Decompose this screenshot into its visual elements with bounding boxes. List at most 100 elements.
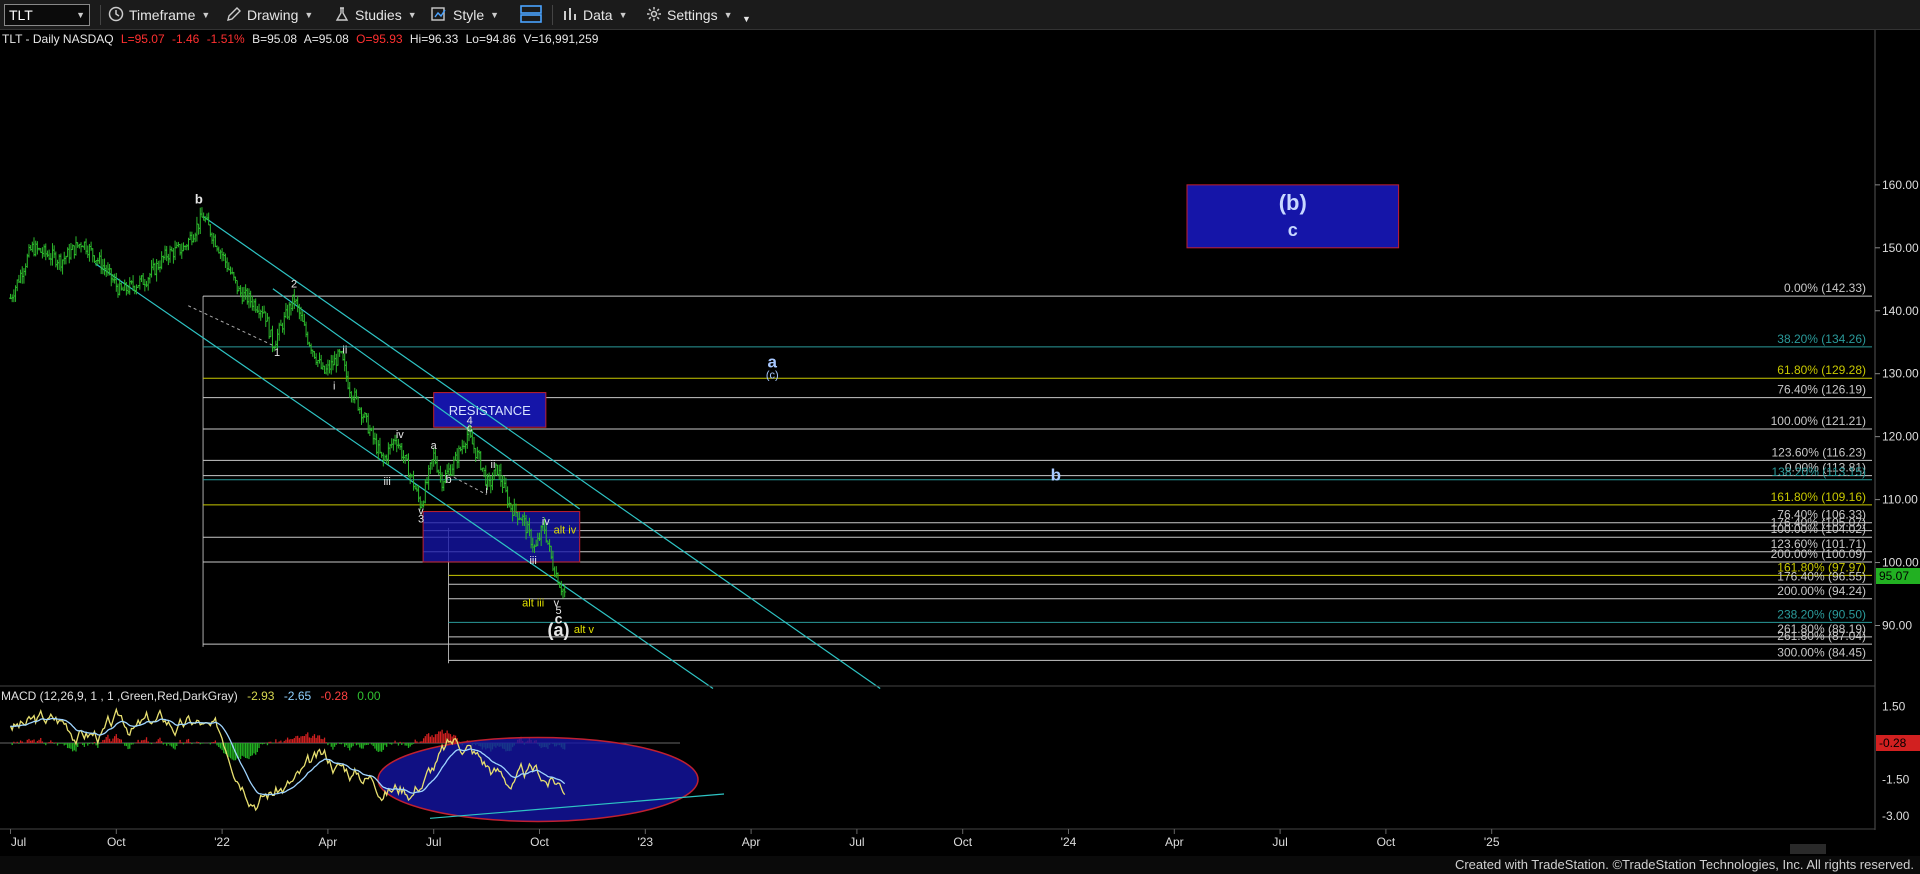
style-label: Style	[453, 7, 485, 23]
time-tick-label: Jul	[426, 835, 441, 849]
macd-label: MACD (12,26,9, 1 , 1 ,Green,Red,DarkGray…	[1, 689, 238, 703]
fib-level-label: 123.60% (116.23)	[1771, 445, 1866, 459]
settings-label: Settings	[667, 7, 718, 23]
channel-lines	[94, 215, 881, 689]
price-tick-label: 140.00	[1882, 304, 1919, 318]
chevron-down-icon: ▼	[742, 14, 751, 24]
time-tick-label: '25	[1484, 835, 1500, 849]
high-price: Hi=96.33	[410, 32, 459, 46]
chevron-down-icon: ▼	[618, 10, 628, 20]
price-tick-label: 90.00	[1882, 619, 1912, 633]
price-axis-background	[1875, 30, 1920, 686]
low-price: Lo=94.86	[466, 32, 517, 46]
time-tick-label: Apr	[1165, 835, 1184, 849]
fib-level-label: 200.00% (94.24)	[1777, 584, 1866, 598]
ask-price: A=95.08	[304, 32, 349, 46]
macd-value-1: -2.93	[247, 689, 275, 703]
price-tick-label: 160.00	[1882, 178, 1919, 192]
time-tick-label: '23	[637, 835, 653, 849]
macd-header: MACD (12,26,9, 1 , 1 ,Green,Red,DarkGray…	[1, 689, 381, 703]
macd-axis-label: -3.00	[1882, 809, 1910, 823]
macd-last-tag-label: -0.28	[1879, 736, 1907, 750]
chart-style-icon	[430, 6, 448, 25]
macd-value-3: -0.28	[321, 689, 349, 703]
scroll-thumb[interactable]	[1790, 844, 1826, 854]
symbol-selector[interactable]: TLT ▼	[4, 4, 90, 26]
copyright-text: Created with TradeStation. ©TradeStation…	[1454, 857, 1914, 872]
fib-level-label: 76.40% (126.19)	[1777, 383, 1866, 397]
wave-label: a	[768, 352, 778, 371]
box-label: c	[1288, 220, 1298, 240]
chevron-down-icon: ▼	[76, 10, 85, 20]
support-box	[422, 511, 581, 563]
dotted-line	[448, 473, 487, 496]
macd-axis-label: 1.50	[1882, 700, 1906, 714]
time-tick-label: Oct	[953, 835, 972, 849]
fib-level-label: 176.40% (96.55)	[1777, 569, 1866, 583]
chart-header: TLT - Daily NASDAQ L=95.07 -1.46 -1.51% …	[2, 32, 599, 46]
time-axis: Jul Oct '22 Apr Jul Oct '23 Apr Jul Oct '24 Apr Jul O…	[10, 829, 1500, 849]
macd-value-2: -2.65	[284, 689, 312, 703]
price-tick-label: 100.00	[1882, 556, 1919, 570]
time-tick-label: Jul	[849, 835, 864, 849]
style-menu[interactable]: Style ▼	[430, 4, 499, 26]
wave-label: b	[195, 192, 203, 207]
time-tick-label: Oct	[530, 835, 549, 849]
chevron-down-icon: ▼	[304, 10, 314, 20]
clock-icon	[108, 6, 124, 25]
drawing-label: Drawing	[247, 7, 299, 23]
bid-price: B=95.08	[252, 32, 297, 46]
macd-value-4: 0.00	[357, 689, 381, 703]
fib-level-label: 100.00% (104.02)	[1771, 522, 1866, 536]
chevron-down-icon: ▼	[490, 10, 500, 20]
last-price-value: 95.07	[1879, 569, 1909, 583]
wave-label: iii	[529, 555, 536, 567]
studies-label: Studies	[355, 7, 402, 23]
wave-label: alt v	[574, 624, 595, 636]
fib-level-label: 161.80% (109.16)	[1771, 490, 1866, 504]
pencil-icon	[226, 6, 242, 25]
symbol-name: TLT - Daily NASDAQ	[2, 32, 114, 46]
drawing-menu[interactable]: Drawing ▼	[226, 4, 313, 26]
price-tick-label: 110.00	[1882, 493, 1918, 507]
open-price: O=95.93	[356, 32, 403, 46]
wave-label: ii	[342, 345, 347, 357]
price-tick-label: 130.00	[1882, 367, 1919, 381]
box-label: (b)	[1279, 190, 1307, 215]
timeframe-menu[interactable]: Timeframe ▼	[108, 4, 210, 26]
dotted-line	[188, 305, 274, 346]
fib-level-label: 261.80% (87.04)	[1777, 629, 1866, 643]
fib-level-label: 100.00% (121.21)	[1771, 414, 1866, 428]
fib-level-label: 200.00% (100.09)	[1771, 547, 1866, 561]
price-change: -1.46	[172, 32, 200, 46]
wave-label: iv	[396, 429, 404, 441]
toolbar-overflow-button[interactable]: ▼	[742, 8, 751, 30]
wave-label: (c)	[766, 370, 779, 382]
data-label: Data	[583, 7, 613, 23]
data-menu[interactable]: Data ▼	[562, 4, 628, 26]
fib-level-label: 38.20% (134.26)	[1777, 332, 1866, 346]
timeframe-label: Timeframe	[129, 7, 196, 23]
last-price: L=95.07	[121, 32, 165, 46]
wave-label: (a)	[548, 620, 570, 640]
studies-menu[interactable]: Studies ▼	[334, 4, 417, 26]
wave-label: 1	[274, 347, 280, 359]
wave-label: iv	[542, 516, 550, 528]
wave-label: c	[467, 423, 473, 435]
time-tick-label: Apr	[742, 835, 761, 849]
wave-label: ii	[491, 459, 496, 471]
channel-line	[202, 215, 881, 689]
bar-chart-icon	[562, 6, 578, 25]
settings-menu[interactable]: Settings ▼	[646, 4, 733, 26]
fib-level-label: 0.00% (142.33)	[1784, 281, 1866, 295]
time-tick-label: '22	[214, 835, 230, 849]
layout-icon	[520, 4, 542, 26]
price-chart[interactable]: 0.00% (142.33) 38.20% (134.26) 61.80% (129…	[0, 30, 1920, 856]
chevron-down-icon: ▼	[201, 10, 211, 20]
price-tick-label: 120.00	[1882, 430, 1919, 444]
wave-label: b	[1051, 466, 1061, 485]
volume: V=16,991,259	[523, 32, 598, 46]
symbol-text: TLT	[9, 7, 33, 23]
time-tick-label: Apr	[319, 835, 338, 849]
layout-button[interactable]	[520, 4, 542, 26]
